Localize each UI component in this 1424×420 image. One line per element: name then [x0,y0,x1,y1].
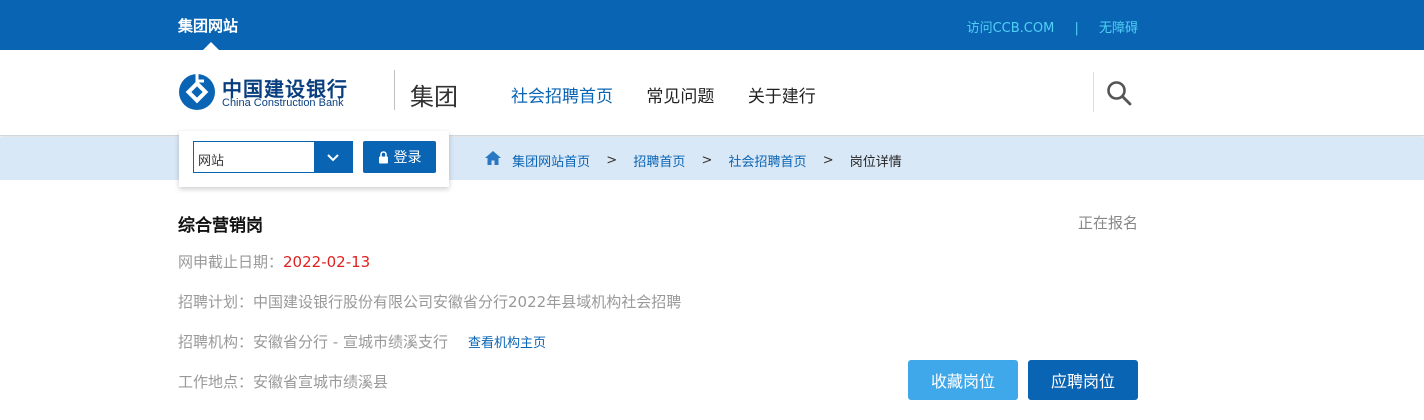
logo-en-text: China Construction Bank [222,97,344,109]
site-select[interactable]: 网站 [193,141,353,173]
top-links: 访问CCB.COM | 无障碍 [967,17,1138,36]
top-link-separator: | [1074,21,1079,36]
crumb-separator: > [606,152,618,168]
location-label: 工作地点： [178,373,254,391]
location-value: 安徽省宣城市绩溪县 [253,373,389,391]
crumb-social-recruit-home[interactable]: 社会招聘首页 [729,151,807,170]
active-caret [203,42,219,50]
logo-divider [394,70,395,110]
home-icon[interactable] [484,150,502,170]
search-divider [1093,72,1094,112]
main-header: 中国建设银行 China Construction Bank 集团 社会招聘首页… [0,50,1424,136]
crumb-separator: > [701,152,713,168]
plan-value: 中国建设银行股份有限公司安徽省分行2022年县域机构社会招聘 [253,293,682,311]
deadline-value: 2022-02-13 [283,253,371,271]
nav-about[interactable]: 关于建行 [748,82,816,107]
visit-ccb-link[interactable]: 访问CCB.COM [967,17,1055,36]
org-label: 招聘机构： [178,333,254,351]
chevron-down-icon[interactable] [314,142,352,172]
status-badge: 正在报名 [1077,214,1138,232]
search-icon[interactable] [1106,80,1132,110]
job-title: 综合营销岗 [178,216,263,236]
main-nav: 社会招聘首页 常见问题 关于建行 [511,82,844,107]
top-bar: 集团网站 访问CCB.COM | 无障碍 [0,0,1424,50]
org-home-link[interactable]: 查看机构主页 [468,336,546,351]
crumb-separator: > [822,152,834,168]
favorite-job-button[interactable]: 收藏岗位 [908,360,1018,400]
nav-faq[interactable]: 常见问题 [646,82,714,107]
deadline-label: 网申截止日期： [178,253,284,271]
lock-icon [378,150,388,163]
accessibility-link[interactable]: 无障碍 [1099,17,1138,36]
apply-job-button[interactable]: 应聘岗位 [1028,360,1138,400]
plan-row: 招聘计划：中国建设银行股份有限公司安徽省分行2022年县域机构社会招聘 [178,291,681,312]
group-site-link[interactable]: 集团网站 [178,15,238,36]
deadline-row: 网申截止日期：2022-02-13 [178,251,370,272]
site-select-value: 网站 [198,154,225,169]
crumb-group-home[interactable]: 集团网站首页 [512,151,590,170]
plan-label: 招聘计划： [178,293,254,311]
login-label: 登录 [393,150,422,166]
site-select-panel: 网站 登录 [179,131,449,187]
org-row: 招聘机构：安徽省分行 - 宣城市绩溪支行 查看机构主页 [178,331,546,352]
breadcrumb: 集团网站首页 > 招聘首页 > 社会招聘首页 > 岗位详情 [484,150,902,170]
nav-social-recruit-home[interactable]: 社会招聘首页 [511,82,613,107]
ccb-logo-icon [179,74,215,110]
location-row: 工作地点：安徽省宣城市绩溪县 [178,371,388,392]
crumb-current: 岗位详情 [849,154,902,170]
org-value: 安徽省分行 - 宣城市绩溪支行 [253,333,448,351]
group-label: 集团 [410,83,458,111]
login-button[interactable]: 登录 [363,141,436,173]
crumb-recruit-home[interactable]: 招聘首页 [633,151,685,170]
